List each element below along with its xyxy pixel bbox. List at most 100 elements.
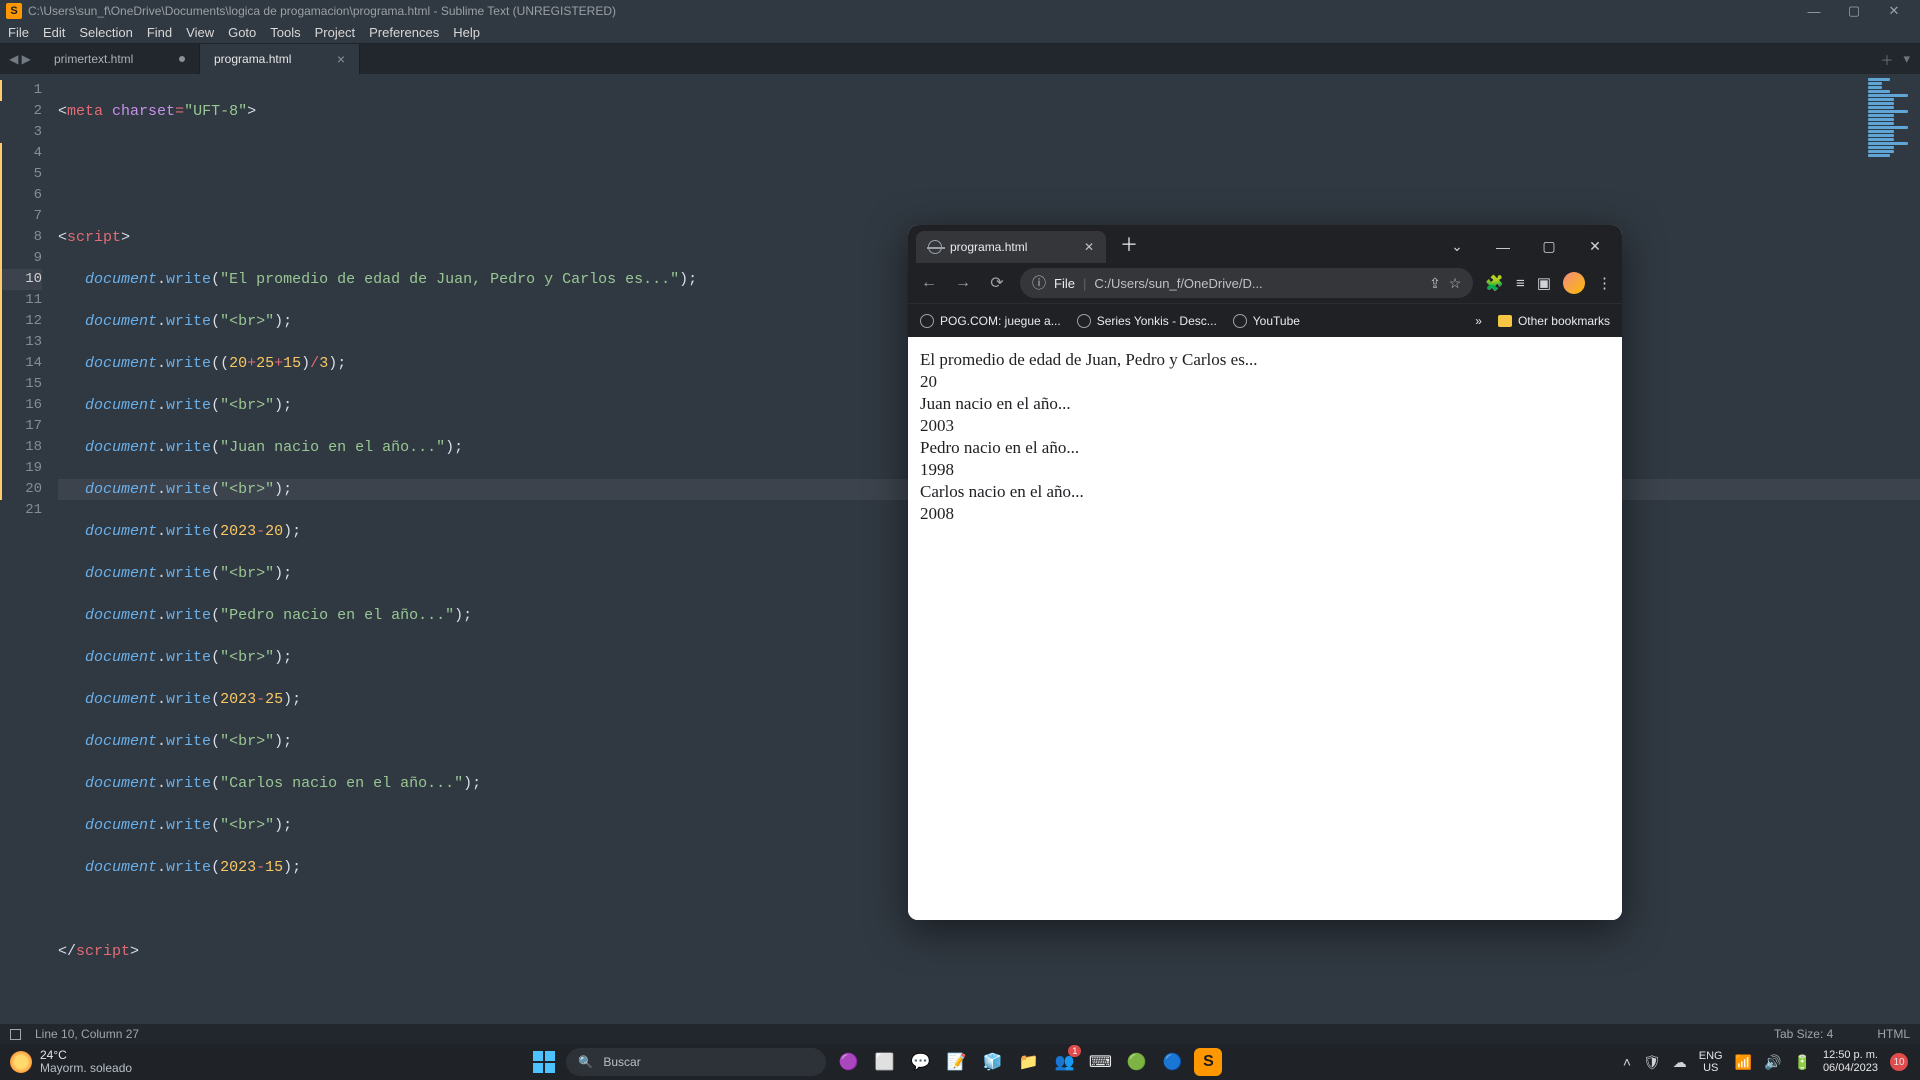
bookmark-youtube[interactable]: YouTube — [1233, 314, 1300, 328]
profile-avatar-icon[interactable] — [1563, 272, 1585, 294]
menu-edit[interactable]: Edit — [43, 25, 65, 40]
chrome-minimize-button[interactable]: — — [1484, 239, 1522, 263]
system-tray: ˄ 🛡 ☁ ENG US 📶 🔊 🔋 12:50 p. m. 06/04/202… — [1611, 1049, 1920, 1075]
line-number: 9 — [0, 248, 42, 269]
url-text: C:/Users/sun_f/OneDrive/D... — [1094, 276, 1262, 291]
tray-onedrive-icon[interactable]: ☁ — [1673, 1054, 1687, 1071]
tray-battery-icon[interactable]: 🔋 — [1794, 1054, 1811, 1071]
bookmark-overflow[interactable]: » — [1475, 314, 1482, 328]
sun-icon — [10, 1051, 32, 1073]
tab-nav-arrows[interactable]: ◀ ▶ — [0, 44, 40, 74]
tab-close-icon[interactable]: × — [337, 51, 345, 67]
chrome-menu-icon[interactable]: ⋮ — [1597, 274, 1612, 292]
menu-project[interactable]: Project — [315, 25, 355, 40]
menu-file[interactable]: File — [8, 25, 29, 40]
chrome-tabsearch-icon[interactable]: ⌄ — [1438, 238, 1476, 263]
chrome-page-content: El promedio de edad de Juan, Pedro y Car… — [908, 337, 1622, 920]
tray-notifications-badge[interactable]: 10 — [1890, 1053, 1908, 1071]
notepad-icon[interactable]: 📝 — [942, 1048, 970, 1076]
tray-wifi-icon[interactable]: 📶 — [1735, 1054, 1752, 1071]
chrome-window[interactable]: programa.html ✕ ＋ ⌄ — ▢ ✕ ← → ⟳ ⓘ File |… — [908, 225, 1622, 920]
widgets-icon[interactable]: ⬜ — [870, 1048, 898, 1076]
chrome-icon[interactable]: 🟢 — [1122, 1048, 1150, 1076]
explorer-icon[interactable]: 📁 — [1014, 1048, 1042, 1076]
chrome-new-tab-button[interactable]: ＋ — [1114, 231, 1144, 263]
window-title: C:\Users\sun_f\OneDrive\Documents\logica… — [28, 4, 616, 18]
minimap[interactable] — [1868, 78, 1916, 158]
chrome-back-button[interactable]: ← — [918, 274, 940, 292]
info-icon: ⓘ — [1032, 273, 1046, 293]
menu-selection[interactable]: Selection — [79, 25, 132, 40]
line-number: 6 — [0, 185, 42, 206]
menu-preferences[interactable]: Preferences — [369, 25, 439, 40]
tab-dropdown-icon[interactable]: ▾ — [1903, 51, 1910, 67]
store-icon[interactable]: 🧊 — [978, 1048, 1006, 1076]
sublime-icon[interactable]: S — [1194, 1048, 1222, 1076]
line-number: 5 — [0, 164, 42, 185]
chrome-reload-button[interactable]: ⟳ — [986, 273, 1008, 293]
search-placeholder: Buscar — [603, 1055, 640, 1069]
tray-chevron-icon[interactable]: ˄ — [1623, 1054, 1631, 1070]
taskbar-weather[interactable]: 24°C Mayorm. soleado — [0, 1049, 142, 1075]
page-line: 1998 — [920, 459, 1610, 481]
menu-find[interactable]: Find — [147, 25, 172, 40]
chrome-address-bar[interactable]: ⓘ File | C:/Users/sun_f/OneDrive/D... ⇪ … — [1020, 268, 1473, 298]
tray-language[interactable]: ENG US — [1699, 1050, 1723, 1074]
tray-volume-icon[interactable]: 🔊 — [1764, 1054, 1781, 1071]
task-view-icon[interactable]: 🟣 — [834, 1048, 862, 1076]
page-line: El promedio de edad de Juan, Pedro y Car… — [920, 349, 1610, 371]
tab-programa[interactable]: programa.html × — [200, 44, 360, 74]
line-number: 12 — [0, 311, 42, 332]
sidepanel-icon[interactable]: ▣ — [1537, 274, 1551, 292]
search-icon: 🔍 — [578, 1055, 593, 1069]
tab-primertext[interactable]: primertext.html — [40, 44, 200, 74]
menu-view[interactable]: View — [186, 25, 214, 40]
tray-security-icon[interactable]: 🛡 — [1643, 1054, 1661, 1071]
line-number: 14 — [0, 353, 42, 374]
new-tab-button[interactable]: ＋ — [1880, 50, 1893, 69]
bookmark-series[interactable]: Series Yonkis - Desc... — [1077, 314, 1217, 328]
menu-help[interactable]: Help — [453, 25, 480, 40]
chrome-tab[interactable]: programa.html ✕ — [916, 231, 1106, 263]
chat-icon[interactable]: 💬 — [906, 1048, 934, 1076]
tab-label: programa.html — [214, 52, 291, 66]
line-number: 8 — [0, 227, 42, 248]
line-number: 20 — [0, 479, 42, 500]
syntax-mode[interactable]: HTML — [1877, 1027, 1910, 1041]
folder-icon — [1498, 315, 1512, 327]
line-number: 1 — [0, 80, 42, 101]
chrome-maximize-button[interactable]: ▢ — [1530, 238, 1568, 263]
start-button[interactable] — [530, 1048, 558, 1076]
menu-goto[interactable]: Goto — [228, 25, 256, 40]
chrome-forward-button[interactable]: → — [952, 274, 974, 292]
chrome-tab-close-icon[interactable]: ✕ — [1084, 240, 1094, 254]
chrome-close-button[interactable]: ✕ — [1576, 238, 1614, 263]
edge-icon[interactable]: 🔵 — [1158, 1048, 1186, 1076]
taskbar-search[interactable]: 🔍 Buscar — [566, 1048, 826, 1076]
share-icon[interactable]: ⇪ — [1429, 275, 1441, 292]
reading-list-icon[interactable]: ≡ — [1516, 275, 1525, 292]
line-number: 3 — [2, 122, 42, 143]
tray-clock[interactable]: 12:50 p. m. 06/04/2023 — [1823, 1049, 1878, 1075]
other-bookmarks[interactable]: Other bookmarks — [1498, 314, 1610, 328]
window-maximize-button[interactable]: ▢ — [1834, 3, 1874, 19]
window-close-button[interactable]: ✕ — [1874, 3, 1914, 19]
url-scheme: File — [1054, 276, 1075, 291]
windows-taskbar: 24°C Mayorm. soleado 🔍 Buscar 🟣 ⬜ 💬 📝 🧊 … — [0, 1044, 1920, 1080]
menu-tools[interactable]: Tools — [270, 25, 300, 40]
teams-icon[interactable]: 👥 — [1050, 1048, 1078, 1076]
chrome-toolbar: ← → ⟳ ⓘ File | C:/Users/sun_f/OneDrive/D… — [908, 263, 1622, 303]
page-line: Juan nacio en el año... — [920, 393, 1610, 415]
panel-toggle-icon[interactable] — [10, 1029, 21, 1040]
page-line: 2008 — [920, 503, 1610, 525]
bookmark-pog[interactable]: POG.COM: juegue a... — [920, 314, 1061, 328]
tab-size[interactable]: Tab Size: 4 — [1774, 1027, 1833, 1041]
terminal-icon[interactable]: ⌨ — [1086, 1048, 1114, 1076]
globe-icon — [928, 240, 942, 254]
chrome-tabstrip: programa.html ✕ ＋ ⌄ — ▢ ✕ — [908, 225, 1622, 263]
star-icon[interactable]: ☆ — [1449, 275, 1462, 292]
page-line: Pedro nacio en el año... — [920, 437, 1610, 459]
extensions-icon[interactable]: 🧩 — [1485, 274, 1504, 292]
line-number: 15 — [0, 374, 42, 395]
window-minimize-button[interactable]: — — [1794, 4, 1834, 19]
